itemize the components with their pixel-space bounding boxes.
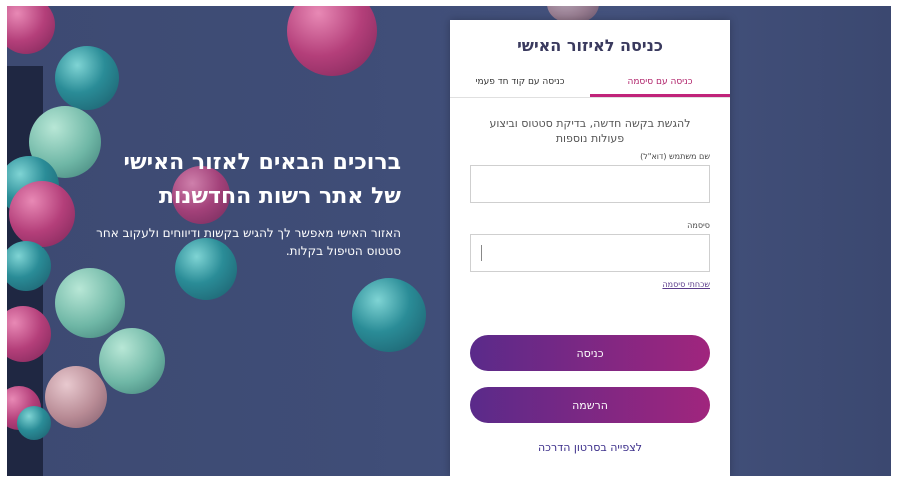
login-button[interactable]: כניסה xyxy=(470,335,710,371)
page-frame: ברוכים הבאים לאזור האישי של אתר רשות החד… xyxy=(7,6,891,476)
login-intro-text: להגשת בקשה חדשה, בדיקת סטטוס וביצוע פעול… xyxy=(489,117,691,145)
hero-description: האזור האישי מאפשר לך להגיש בקשות ודיווחי… xyxy=(96,226,401,258)
balloon-decoration xyxy=(55,268,125,338)
tab-otp-login[interactable]: כניסה עם קוד חד פעמי xyxy=(450,69,590,97)
forgot-password-link[interactable]: שכחתי סיסמה xyxy=(450,280,710,289)
tab-password-login[interactable]: כניסה עם סיסמה xyxy=(590,69,730,97)
balloon-decoration xyxy=(9,181,75,247)
text-cursor xyxy=(481,245,482,261)
balloon-decoration xyxy=(55,46,119,110)
balloon-decoration xyxy=(352,278,426,352)
hero-title-line1: ברוכים הבאים לאזור האישי xyxy=(123,150,402,175)
username-label: שם משתמש (דוא"ל) xyxy=(640,152,710,161)
login-card: כניסה לאיזור האישי כניסה עם סיסמה כניסה … xyxy=(450,20,730,476)
password-label: סיסמה xyxy=(687,221,710,230)
username-field[interactable] xyxy=(470,165,710,203)
login-tabs: כניסה עם סיסמה כניסה עם קוד חד פעמי xyxy=(450,69,730,98)
tutorial-video-link[interactable]: לצפייה בסרטון הדרכה xyxy=(450,441,730,454)
hero-title-line2: של אתר רשות החדשנות xyxy=(158,184,401,209)
register-button[interactable]: הרשמה xyxy=(470,387,710,423)
password-field[interactable] xyxy=(470,234,710,272)
login-card-title: כניסה לאיזור האישי xyxy=(517,36,663,55)
balloon-decoration xyxy=(45,366,107,428)
balloon-decoration xyxy=(17,406,51,440)
hero-section: ברוכים הבאים לאזור האישי של אתר רשות החד… xyxy=(71,146,401,260)
balloon-decoration xyxy=(99,328,165,394)
